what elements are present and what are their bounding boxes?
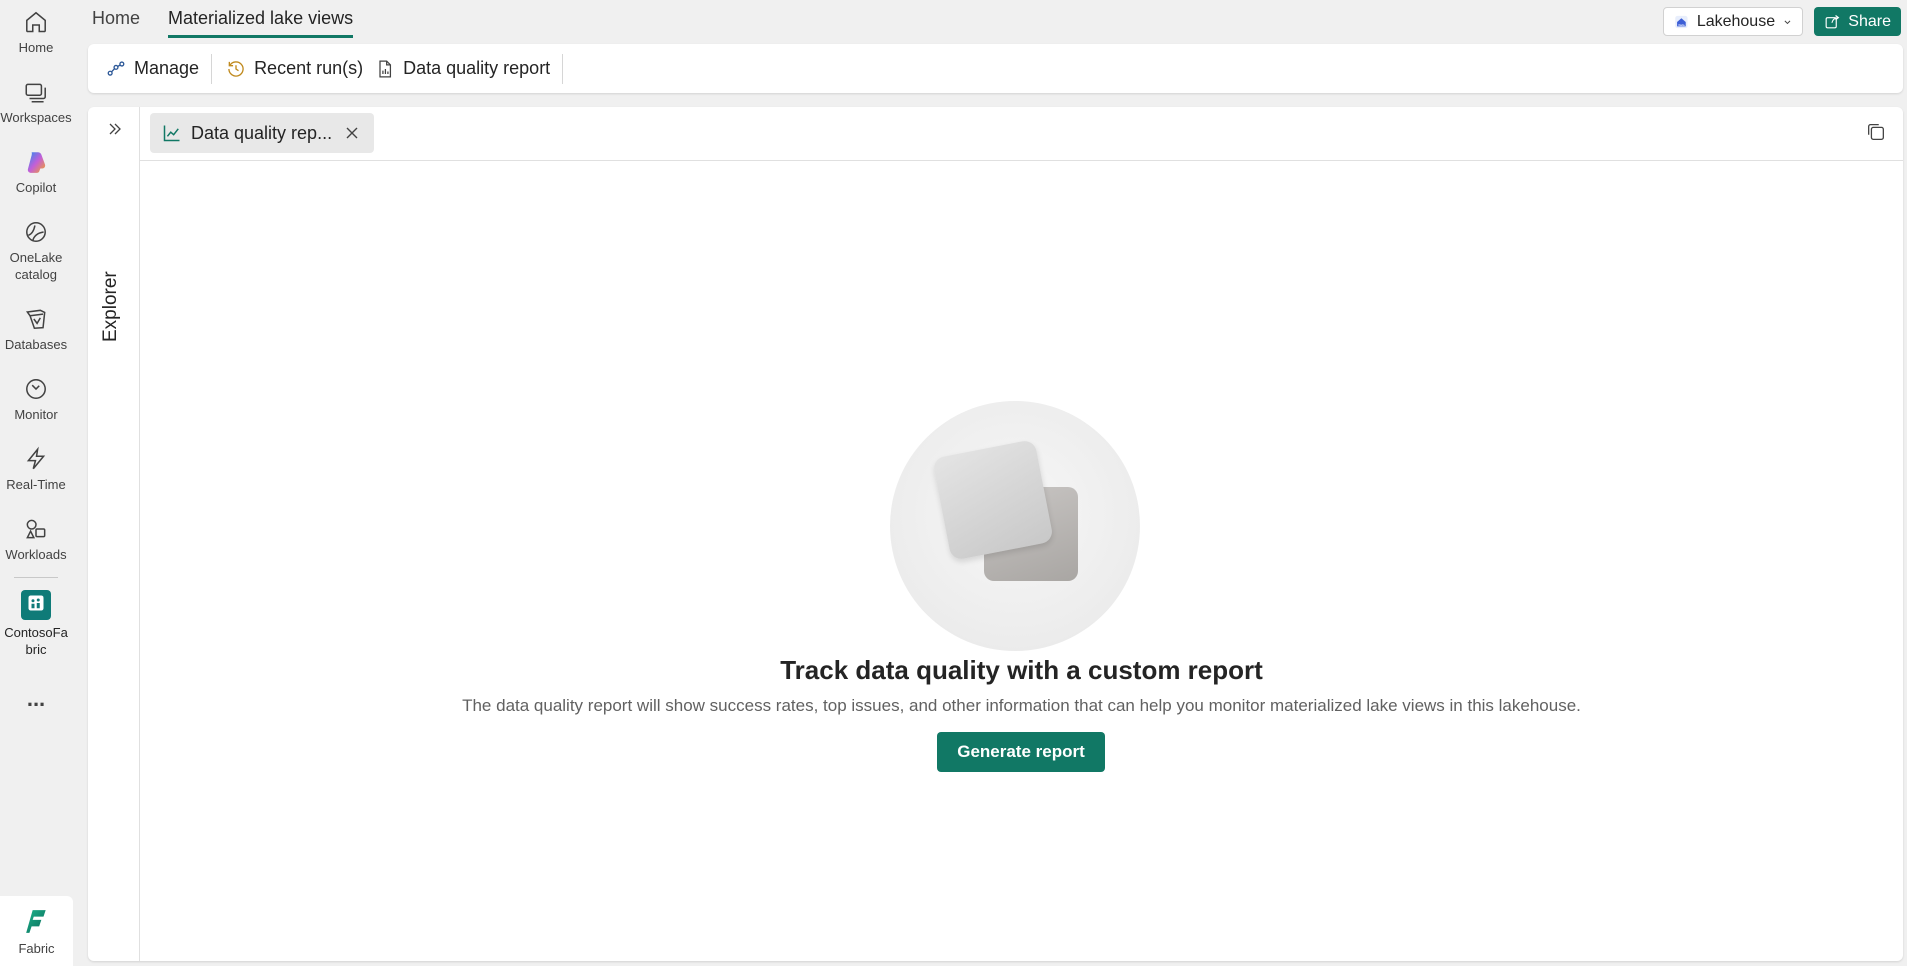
rail-item-copilot[interactable]: Copilot: [0, 149, 72, 196]
generate-report-button[interactable]: Generate report: [937, 732, 1105, 772]
lakehouse-dropdown[interactable]: Lakehouse: [1663, 7, 1803, 36]
monitor-icon: [26, 379, 46, 399]
manage-icon: [107, 60, 125, 76]
workspace-label: ContosoFabric: [4, 625, 68, 657]
copilot-icon: [27, 152, 46, 173]
tab-materialized-lake-views[interactable]: Materialized lake views: [168, 8, 354, 38]
ribbon-divider: [562, 53, 564, 84]
rail-item-label: OneLake catalog: [9, 250, 63, 282]
share-button[interactable]: Share: [1814, 7, 1901, 36]
doc-tab-label: Data quality rep...: [191, 122, 333, 143]
rail-item-workspace[interactable]: ContosoFabric: [0, 590, 72, 658]
lakehouse-label: Lakehouse: [1696, 12, 1776, 30]
chevron-down-icon: [1784, 20, 1791, 24]
close-icon[interactable]: [344, 125, 360, 141]
workspace-icon: [21, 590, 51, 620]
manage-button[interactable]: Manage: [106, 58, 211, 79]
fabric-label: Fabric: [18, 941, 55, 956]
left-rail: Home Workspaces Copilot OneLake catalog …: [0, 0, 73, 966]
main-panel: Explorer Data quality rep... Track data …: [88, 107, 1903, 961]
fabric-switcher[interactable]: Fabric: [0, 896, 73, 966]
tab-data-quality-report[interactable]: Data quality rep...: [150, 113, 374, 153]
more-label: ...: [26, 686, 46, 711]
rail-item-label: Copilot: [15, 180, 57, 195]
copy-icon[interactable]: [1865, 121, 1887, 143]
explorer-label[interactable]: Explorer: [100, 271, 122, 342]
data-quality-report-label: Data quality report: [403, 58, 551, 78]
top-nav: Home Materialized lake views: [92, 8, 354, 38]
history-icon: [228, 60, 244, 77]
rail-item-label: Workloads: [5, 547, 67, 562]
document-tab-bar: Data quality rep...: [140, 107, 1903, 161]
explorer-pane: Explorer: [88, 107, 140, 961]
workspaces-icon: [25, 83, 46, 103]
data-quality-report-button[interactable]: Data quality report: [375, 58, 562, 79]
rail-divider: [14, 577, 58, 578]
empty-state-illustration: [890, 401, 1140, 651]
rail-item-label: Monitor: [14, 407, 58, 422]
workloads-icon: [26, 519, 46, 539]
ribbon: Manage Recent run(s) Data quality report: [88, 44, 1903, 93]
report-icon: [379, 59, 392, 78]
recent-runs-label: Recent run(s): [254, 58, 364, 78]
lakehouse-icon: [1675, 15, 1688, 28]
onelake-catalog-icon: [26, 222, 46, 242]
empty-state: Track data quality with a custom report …: [140, 161, 1903, 961]
empty-state-title: Track data quality with a custom report: [780, 655, 1263, 685]
tab-home[interactable]: Home: [92, 8, 140, 38]
rail-item-label: Workspaces: [0, 110, 72, 125]
rail-item-real-time[interactable]: Real-Time: [0, 446, 72, 493]
rail-item-label: Databases: [4, 337, 68, 352]
share-label: Share: [1848, 12, 1891, 30]
real-time-icon: [26, 446, 46, 470]
expand-chevrons-icon[interactable]: [107, 121, 123, 137]
line-chart-icon: [163, 125, 180, 142]
manage-label: Manage: [134, 58, 200, 78]
empty-state-description: The data quality report will show succes…: [462, 696, 1581, 715]
fabric-icon: [26, 910, 46, 933]
rail-item-monitor[interactable]: Monitor: [0, 376, 72, 423]
databases-icon: [25, 309, 46, 330]
rail-item-workspaces[interactable]: Workspaces: [0, 79, 72, 126]
share-icon: [1825, 14, 1840, 28]
rail-item-onelake-catalog[interactable]: OneLake catalog: [0, 219, 72, 283]
ribbon-divider: [211, 53, 213, 84]
recent-runs-button[interactable]: Recent run(s): [226, 58, 375, 79]
rail-item-workloads[interactable]: Workloads: [0, 516, 72, 563]
more-button[interactable]: ...: [0, 688, 72, 710]
illustration-card-front: [932, 439, 1054, 561]
home-icon: [26, 11, 46, 33]
rail-item-label: Home: [18, 40, 54, 55]
rail-item-label: Real-Time: [6, 477, 66, 492]
rail-item-databases[interactable]: Databases: [0, 306, 72, 353]
rail-item-home[interactable]: Home: [0, 9, 72, 56]
